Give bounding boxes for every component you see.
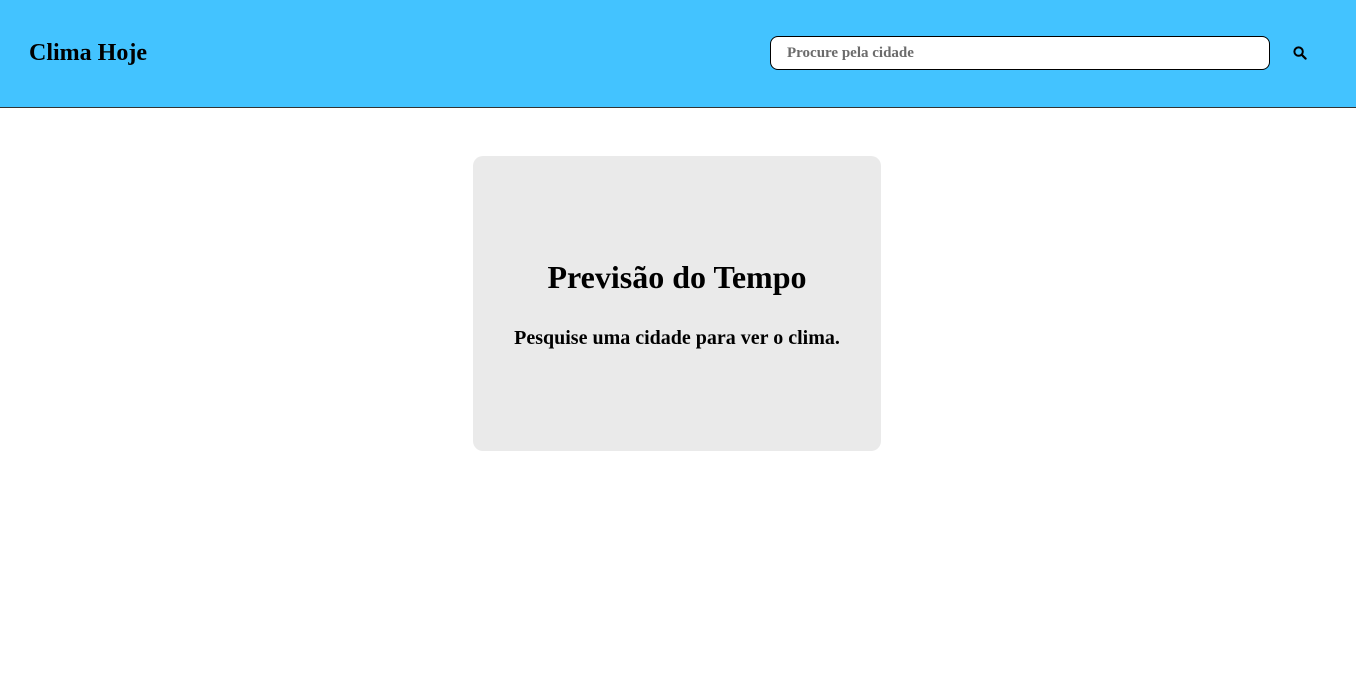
card-message: Pesquise uma cidade para ver o clima. xyxy=(514,327,840,349)
top-header: Clima Hoje xyxy=(0,0,1356,108)
weather-card: Previsão do Tempo Pesquise uma cidade pa… xyxy=(473,156,881,451)
search-icon xyxy=(1293,46,1307,60)
search-button[interactable] xyxy=(1288,42,1312,64)
brand-title: Clima Hoje xyxy=(29,40,147,66)
city-search-input[interactable] xyxy=(770,36,1270,70)
card-title: Previsão do Tempo xyxy=(547,259,807,295)
